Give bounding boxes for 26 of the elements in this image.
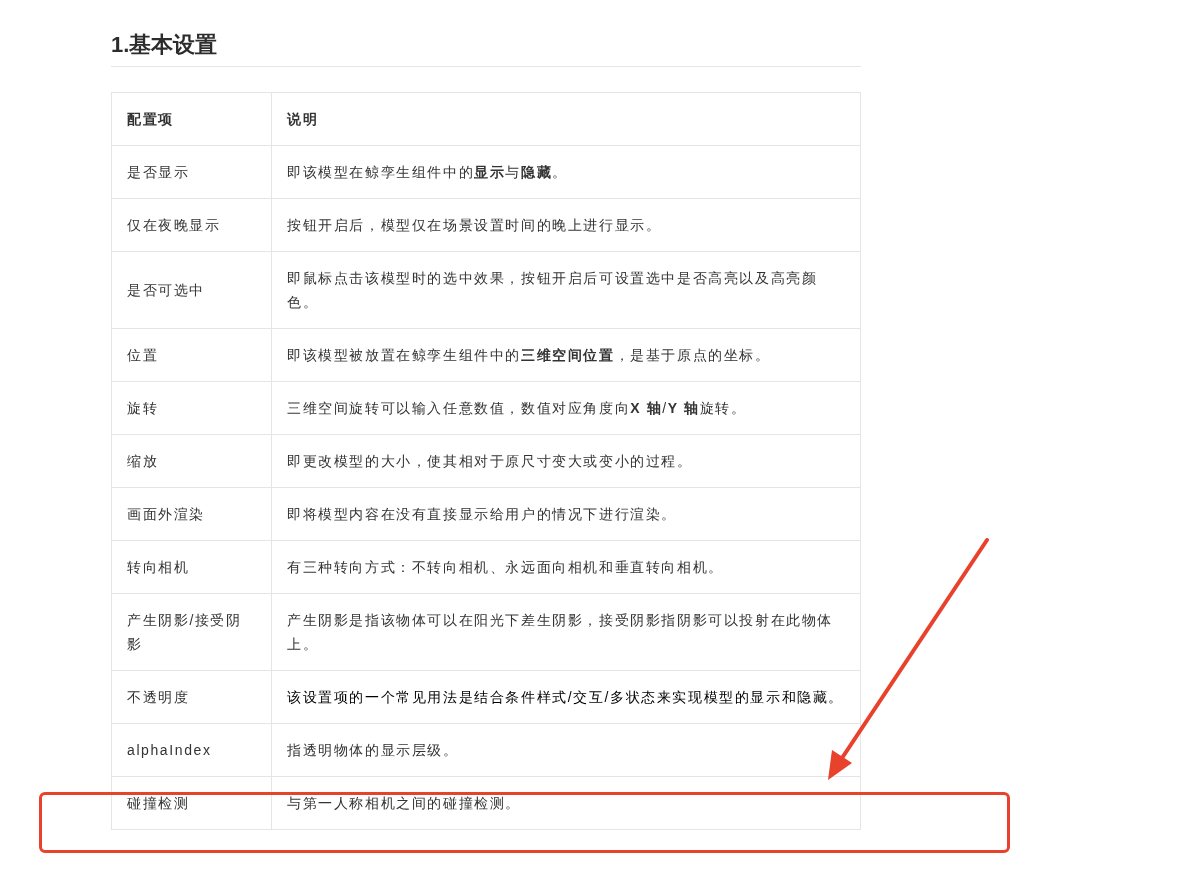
table-cell: 是否可选中 [111,251,272,329]
table-cell: 旋转 [111,381,272,435]
table-cell: 即该模型被放置在鲸孪生组件中的三维空间位置，是基于原点的坐标。 [271,328,861,382]
table-cell: 按钮开启后，模型仅在场景设置时间的晚上进行显示。 [271,198,861,252]
section-heading: 1.基本设置 [111,28,861,67]
table-cell: 产生阴影是指该物体可以在阳光下差生阴影，接受阴影指阴影可以投射在此物体上。 [271,593,861,671]
table-cell: 三维空间旋转可以输入任意数值，数值对应角度向X 轴/Y 轴旋转。 [271,381,861,435]
table-cell: 位置 [111,328,272,382]
table-cell: 即将模型内容在没有直接显示给用户的情况下进行渲染。 [271,487,861,541]
table-cell: 有三种转向方式：不转向相机、永远面向相机和垂直转向相机。 [271,540,861,594]
table-cell: 即更改模型的大小，使其相对于原尺寸变大或变小的过程。 [271,434,861,488]
table-cell: 缩放 [111,434,272,488]
table-cell: 产生阴影/接受阴影 [111,593,272,671]
table-cell: 碰撞检测 [111,776,272,830]
table-cell: 转向相机 [111,540,272,594]
table-cell: 是否显示 [111,145,272,199]
column-header: 说明 [271,92,861,146]
table-cell: 即该模型在鲸孪生组件中的显示与隐藏。 [271,145,861,199]
table-cell: 仅在夜晚显示 [111,198,272,252]
table-cell: alphaIndex [111,723,272,777]
table-cell: 画面外渲染 [111,487,272,541]
column-header: 配置项 [111,92,272,146]
table-cell: 与第一人称相机之间的碰撞检测。 [271,776,861,830]
table-cell: 不透明度 [111,670,272,724]
table-cell: 该设置项的一个常见用法是结合条件样式/交互/多状态来实现模型的显示和隐藏。 [271,670,861,724]
table-cell: 即鼠标点击该模型时的选中效果，按钮开启后可设置选中是否高亮以及高亮颜色。 [271,251,861,329]
